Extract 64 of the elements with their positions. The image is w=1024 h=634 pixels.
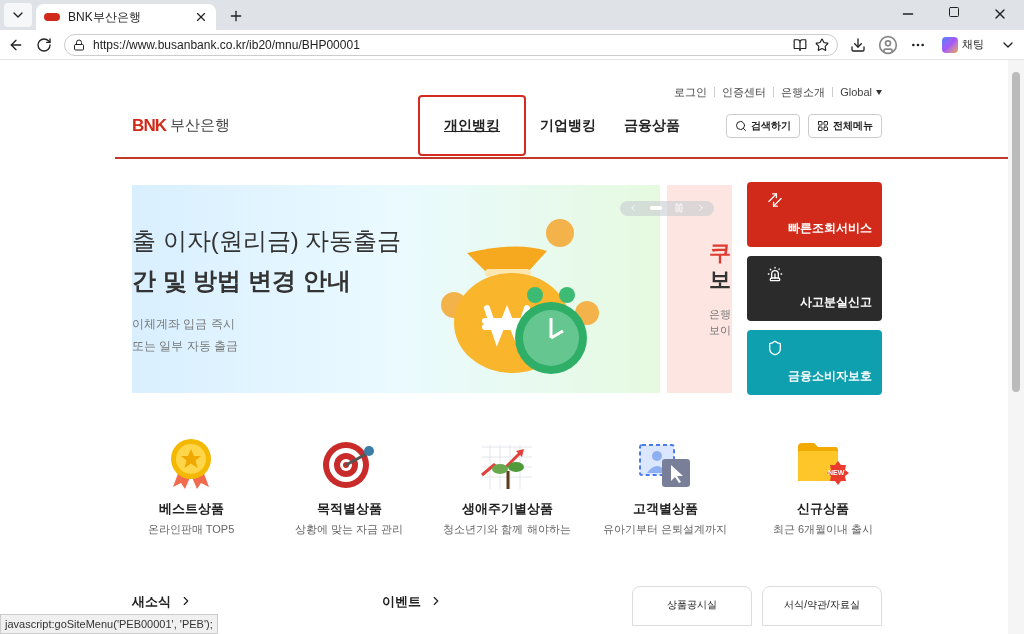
grid-icon [817, 119, 829, 132]
shield-icon [767, 339, 783, 356]
banner-description: 은행 [709, 306, 732, 322]
nav-menu-item[interactable]: 개인뱅킹 [418, 95, 526, 156]
util-link[interactable]: 은행소개 [781, 84, 826, 101]
category-title: 베스트상품 [158, 499, 224, 518]
close-icon[interactable] [194, 10, 208, 24]
banner-description: 또는 일부 자동 출금 [132, 337, 239, 355]
slide-indicator [650, 206, 662, 210]
category-title: 목적별상품 [316, 499, 382, 518]
quick-service-button[interactable]: 빠른조회서비스 [747, 181, 882, 247]
util-link[interactable]: Global [840, 84, 872, 101]
browser-tab[interactable]: BNK부산은행 [36, 4, 216, 30]
favorite-icon[interactable] [815, 37, 829, 52]
events-link[interactable]: 이벤트 [382, 591, 443, 611]
category-title: 신규상품 [797, 499, 849, 518]
quick-service-button[interactable]: 사고분실신고 [747, 255, 882, 321]
profile-icon[interactable] [878, 34, 898, 55]
resource-button[interactable]: 상품공시실 [632, 585, 752, 626]
lock-icon [73, 38, 85, 51]
reader-icon[interactable] [793, 37, 807, 52]
category-title: 고객별상품 [632, 499, 698, 518]
copilot-icon [942, 36, 958, 53]
banner-description: 이체계좌 입금 즉시 [132, 315, 236, 333]
resource-button[interactable]: 서식/약관/자료실 [762, 585, 882, 626]
bnk-favicon [44, 13, 60, 21]
banner-slide[interactable]: 출 이자(원리금) 자동출금 간 및 방법 변경 안내 이체계좌 입금 즉시 또는 일부 자동 출금 [132, 184, 660, 393]
banner-title: 출 이자(원리금) 자동출금 [132, 225, 403, 256]
banner-title: 쿠 [709, 238, 732, 266]
new-tab-icon[interactable] [228, 8, 244, 24]
reload-icon[interactable] [36, 36, 52, 53]
tab-list-button[interactable] [4, 3, 32, 27]
nav-menu-item[interactable]: 기업뱅킹 [526, 95, 610, 156]
chat-button[interactable]: 채팅 [938, 36, 988, 53]
banner-description: 보이 [709, 323, 732, 338]
util-link[interactable]: 로그인 [674, 84, 708, 101]
search-button[interactable]: 검색하기 [726, 113, 800, 138]
search-icon [735, 119, 747, 132]
profile-cursor-drawing [638, 442, 692, 489]
full-menu-button[interactable]: 전체메뉴 [808, 113, 882, 138]
caret-icon [876, 89, 882, 95]
category-subtitle: 최근 6개월이내 출시 [772, 522, 874, 537]
url-text: https://www.busanbank.co.kr/ib20/mnu/BHP00001 [93, 36, 361, 54]
banner-title: 보 [709, 266, 732, 294]
maximize-icon[interactable] [948, 6, 960, 18]
growth-chart-drawing [480, 444, 534, 489]
tab-title: BNK부산은행 [68, 9, 142, 26]
category-link[interactable]: 생애주기별상품 청소년기와 함께 해야하는 [428, 432, 586, 538]
siren-icon [767, 265, 783, 282]
bnk-logo[interactable]: BNK 부산은행 [132, 112, 231, 139]
category-subtitle: 온라인판매 TOP5 [147, 522, 235, 537]
status-bar: javascript:goSiteMenu('PEB00001', 'PEB'); [0, 613, 218, 634]
category-link[interactable]: 목적별상품 상황에 맞는 자금 관리 [270, 432, 428, 538]
banner-title: 간 및 방법 변경 안내 [132, 265, 352, 296]
category-link[interactable]: 베스트상품 온라인판매 TOP5 [112, 432, 270, 538]
util-link[interactable]: 인증센터 [722, 84, 767, 101]
category-subtitle: 유아기부터 은퇴설계까지 [602, 522, 728, 537]
category-subtitle: 상황에 맞는 자금 관리 [294, 522, 404, 537]
download-icon[interactable] [850, 36, 866, 53]
category-title: 생애주기별상품 [461, 499, 553, 518]
category-link[interactable]: 고객별상품 유아기부터 은퇴설계까지 [586, 432, 744, 538]
scrollbar[interactable] [1008, 60, 1024, 634]
news-link[interactable]: 새소식 [132, 591, 382, 611]
category-subtitle: 청소년기와 함께 해야하는 [443, 522, 571, 537]
